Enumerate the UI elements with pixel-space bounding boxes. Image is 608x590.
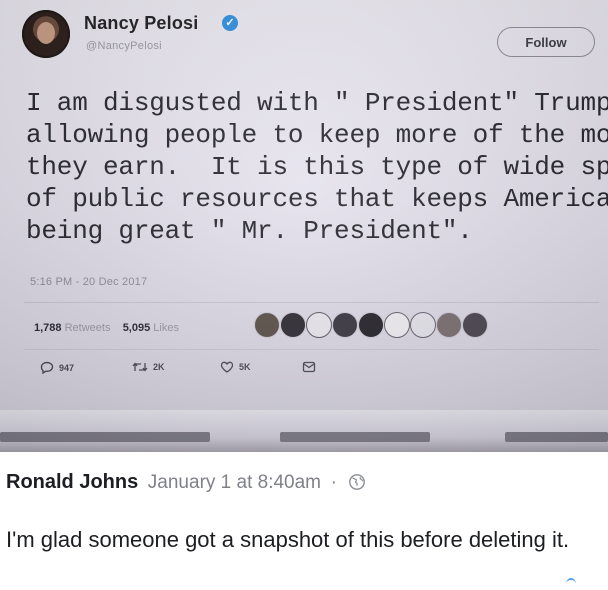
retweets-count[interactable]: 1,788 (34, 322, 62, 334)
liker-avatar[interactable] (358, 312, 384, 338)
retweet-action[interactable]: 2K (132, 361, 165, 373)
liker-avatar[interactable] (280, 312, 306, 338)
tweet-display-name[interactable]: Nancy Pelosi (84, 13, 198, 34)
retweet-icon (132, 362, 148, 372)
liker-avatar[interactable] (254, 312, 280, 338)
bleed-through-text (0, 432, 210, 442)
reply-icon (40, 361, 54, 374)
comment-header: Ronald Johns January 1 at 8:40am · (6, 471, 366, 494)
bleed-through-text (505, 432, 608, 442)
avatar[interactable] (22, 10, 70, 58)
comment: Ronald Johns January 1 at 8:40am · I'm g… (0, 452, 608, 588)
likes-count[interactable]: 5,095 (123, 322, 151, 334)
retweets-label[interactable]: Retweets (65, 322, 111, 334)
message-action[interactable] (302, 361, 316, 373)
follow-button[interactable]: Follow (497, 27, 595, 57)
liker-avatar[interactable] (410, 312, 436, 338)
photo-bottom-edge (0, 410, 608, 452)
divider (24, 302, 599, 303)
comment-text: I'm glad someone got a snapshot of this … (6, 527, 570, 552)
liker-avatar[interactable] (384, 312, 410, 338)
like-action[interactable]: 5K (220, 361, 251, 373)
heart-icon (220, 361, 234, 373)
comment-time[interactable]: January 1 at 8:40am (148, 472, 321, 493)
liker-avatar[interactable] (306, 312, 332, 338)
liker-avatar[interactable] (436, 312, 462, 338)
globe-icon (349, 474, 366, 490)
envelope-icon (302, 361, 316, 373)
tweet-photo: Nancy Pelosi ✓ @NancyPelosi Follow I am … (0, 0, 608, 452)
comment-separator: · (330, 472, 337, 493)
verified-badge-icon: ✓ (222, 15, 238, 31)
divider (24, 349, 599, 350)
partial-icon (566, 578, 576, 590)
like-count: 5K (239, 362, 251, 372)
likes-label[interactable]: Likes (153, 322, 179, 334)
liker-avatar[interactable] (462, 312, 488, 338)
reply-count: 947 (59, 362, 75, 373)
reply-action[interactable]: 947 (40, 361, 74, 374)
tweet-text: I am disgusted with " President" Trump a… (26, 88, 608, 246)
bleed-through-text (280, 432, 430, 442)
liker-avatar[interactable] (332, 312, 358, 338)
tweet-handle[interactable]: @NancyPelosi (86, 40, 162, 52)
retweet-count: 2K (153, 362, 165, 372)
tweet-timestamp[interactable]: 5:16 PM - 20 Dec 2017 (30, 276, 147, 288)
tweet-stats: 1,788 Retweets 5,095 Likes (34, 322, 179, 334)
comment-author[interactable]: Ronald Johns (6, 471, 138, 493)
